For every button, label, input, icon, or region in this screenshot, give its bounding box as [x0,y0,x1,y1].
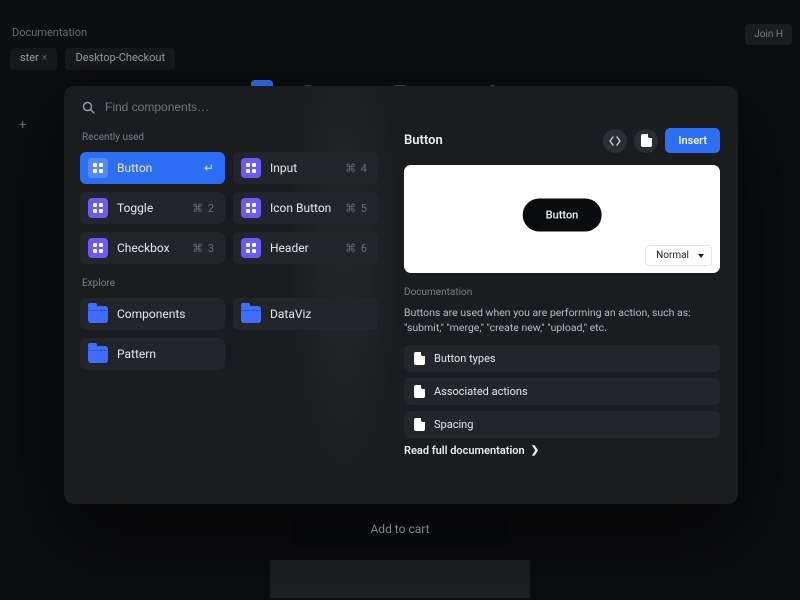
component-item-label: Input [270,161,297,175]
documentation-text: Buttons are used when you are performing… [404,305,720,335]
doc-link-label: Button types [434,352,496,365]
detail-title: Button [404,133,443,148]
document-icon [414,418,425,431]
explore-folder-components[interactable]: Components [80,298,225,330]
insert-button[interactable]: Insert [665,128,720,153]
component-item-checkbox[interactable]: Checkbox ⌘ 3 [80,232,225,264]
shortcut-label: ⌘ 2 [192,202,215,215]
variant-select[interactable]: Normal [645,245,712,266]
component-item-header[interactable]: Header ⌘ 6 [233,232,378,264]
component-item-label: Header [270,241,309,255]
explore-folder-dataviz[interactable]: DataViz [233,298,378,330]
doc-link-button-types[interactable]: Button types [404,345,720,372]
shortcut-label: ⌘ 4 [345,162,368,175]
documentation-section-label: Documentation [404,287,720,298]
component-preview: Button Normal [404,165,720,273]
folder-label: Components [117,307,186,321]
read-full-documentation-link[interactable]: Read full documentation ❯ [404,444,720,457]
component-item-input[interactable]: Input ⌘ 4 [233,152,378,184]
chevron-right-icon: ❯ [531,445,539,456]
folder-label: Pattern [117,347,156,361]
doc-link-label: Spacing [434,418,473,431]
component-item-icon-button[interactable]: Icon Button ⌘ 5 [233,192,378,224]
component-item-label: Icon Button [270,201,331,215]
folder-label: DataViz [270,307,311,321]
preview-button-sample: Button [523,198,602,231]
sidebar-add-icon[interactable]: + [19,118,26,133]
document-icon [414,385,425,398]
search-input[interactable] [105,100,305,114]
component-item-toggle[interactable]: Toggle ⌘ 2 [80,192,225,224]
folder-icon [88,306,108,323]
canvas-preview-card: Add to cart [270,510,530,598]
component-item-label: Button [117,161,152,175]
shortcut-label: ⌘ 3 [192,242,215,255]
code-icon [609,136,621,146]
component-item-label: Checkbox [117,241,170,255]
folder-icon [241,306,261,323]
docs-button[interactable] [634,129,658,153]
document-icon [414,352,425,365]
shortcut-label: ⌘ 5 [345,202,368,215]
folder-icon [88,346,108,363]
component-glyph-icon [88,158,108,178]
doc-link-label: Associated actions [434,385,528,398]
component-glyph-icon [88,238,108,258]
doc-link-spacing[interactable]: Spacing [404,411,720,438]
tab-desktop-checkout[interactable]: Desktop-Checkout [65,48,175,70]
shortcut-label: ⌘ 6 [345,242,368,255]
shortcut-label: ↵ [204,161,215,175]
document-icon [641,134,652,147]
component-glyph-icon [88,198,108,218]
breadcrumb: Documentation [12,26,87,39]
component-item-label: Toggle [117,201,153,215]
search-icon [82,101,95,114]
explore-folder-pattern[interactable]: Pattern [80,338,225,370]
doc-link-associated-actions[interactable]: Associated actions [404,378,720,405]
component-item-button[interactable]: Button ↵ [80,152,225,184]
component-glyph-icon [241,158,261,178]
join-button[interactable]: Join H [745,24,792,45]
component-picker-modal: Recently used Button ↵ Input ⌘ 4 Toggle … [64,86,738,504]
canvas-card-body [270,560,530,598]
component-glyph-icon [241,238,261,258]
code-button[interactable] [603,129,627,153]
tab-bar: ster × Desktop-Checkout [0,48,800,70]
addtocart-button[interactable]: Add to cart [290,510,510,548]
search-bar [64,100,738,126]
tab-master[interactable]: ster × [10,48,57,70]
section-explore-label: Explore [82,278,378,289]
section-recent-label: Recently used [82,132,378,143]
component-glyph-icon [241,198,261,218]
